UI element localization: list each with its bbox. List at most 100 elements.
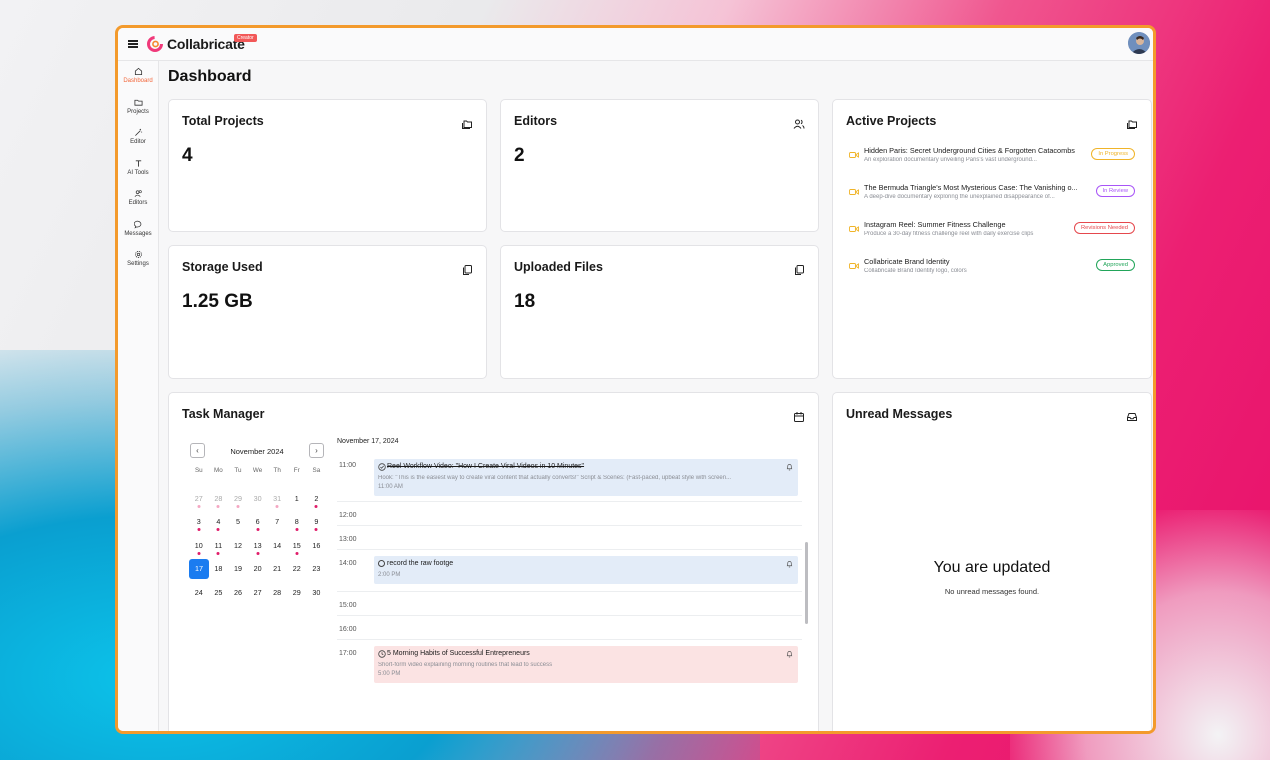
chevron-right-icon: ›: [315, 446, 318, 455]
sidebar-item-label: Editor: [130, 139, 146, 145]
text-icon: [135, 159, 141, 167]
sidebar-item-label: Projects: [127, 108, 149, 115]
calendar-day[interactable]: 30: [307, 585, 327, 609]
event-item[interactable]: record the raw footge 2:00 PM: [374, 556, 798, 584]
calendar-day[interactable]: 13: [248, 538, 268, 562]
calendar-day[interactable]: 10: [189, 538, 209, 562]
calendar-day[interactable]: 7: [267, 514, 287, 538]
calendar-day[interactable]: 14: [267, 538, 287, 562]
next-month-button[interactable]: ›: [309, 443, 324, 458]
project-item[interactable]: Instagram Reel: Summer Fitness Challenge…: [849, 220, 1135, 250]
calendar-day[interactable]: 11: [209, 538, 229, 562]
pending-circle-icon: [378, 560, 385, 567]
calendar-day[interactable]: 19: [228, 561, 248, 585]
active-projects-card: Active Projects Hidden Paris: Secret Und…: [832, 99, 1152, 379]
sidebar-item-editor[interactable]: Editor: [118, 122, 158, 153]
sidebar-item-settings[interactable]: Settings: [118, 244, 158, 275]
gear-icon: [134, 251, 142, 258]
project-subtitle: An exploration documentary unveiling Par…: [864, 157, 1037, 163]
card-value: 2: [514, 145, 525, 166]
project-item[interactable]: Hidden Paris: Secret Underground Cities …: [849, 146, 1135, 176]
calendar-day[interactable]: 2: [307, 491, 327, 515]
hour-label: 12:00: [339, 512, 357, 519]
event-item[interactable]: Reel Workflow Video: "How I Create Viral…: [374, 459, 798, 496]
hour-divider: [337, 591, 802, 592]
event-dot: [216, 504, 220, 508]
bell-icon[interactable]: [786, 463, 793, 471]
calendar-day[interactable]: 24: [189, 585, 209, 609]
calendar-day[interactable]: 12: [228, 538, 248, 562]
calendar-day[interactable]: 4: [209, 514, 229, 538]
top-bar: Collabricate Creator: [118, 28, 1153, 61]
calendar-day[interactable]: 16: [307, 538, 327, 562]
sidebar-item-editors[interactable]: Editors: [118, 183, 158, 214]
sidebar-item-projects[interactable]: Projects: [118, 92, 158, 123]
event-dot: [295, 551, 299, 555]
status-badge: In Review: [1095, 185, 1135, 197]
hour-divider: [337, 501, 802, 502]
calendar-day[interactable]: 30: [248, 491, 268, 515]
folders-icon: [1127, 120, 1137, 129]
calendar-day[interactable]: 15: [287, 538, 307, 562]
sidebar-item-dashboard[interactable]: Dashboard: [118, 61, 158, 92]
calendar-day[interactable]: 23: [307, 561, 327, 585]
calendar-day[interactable]: 5: [228, 514, 248, 538]
event-dot: [314, 528, 318, 531]
calendar-day[interactable]: 29: [228, 491, 248, 515]
calendar-day[interactable]: 3: [189, 514, 209, 538]
folder-icon: [133, 99, 143, 106]
uploaded-files-card: Uploaded Files 18: [500, 245, 819, 379]
project-item[interactable]: Collabricate Brand Identity Collabricate…: [849, 257, 1135, 287]
event-item[interactable]: 5 Morning Habits of Successful Entrepren…: [374, 646, 798, 683]
video-camera-icon: [849, 189, 859, 195]
project-title: The Bermuda Triangle's Most Mysterious C…: [864, 183, 1078, 192]
schedule-date: November 17, 2024: [337, 438, 399, 445]
hamburger-menu-icon[interactable]: [128, 40, 138, 48]
calendar-day[interactable]: 20: [248, 561, 268, 585]
calendar-day[interactable]: 31: [267, 491, 287, 515]
creator-badge: Creator: [234, 34, 257, 42]
calendar-day[interactable]: 18: [209, 561, 229, 585]
avatar[interactable]: [1128, 32, 1150, 54]
calendar-day[interactable]: 8: [287, 514, 307, 538]
calendar-grid: Su Mo Tu We Th Fr Sa 27 28 29 30 31 1 2 …: [189, 467, 326, 608]
card-title: Storage Used: [182, 260, 263, 274]
video-camera-icon: [849, 263, 859, 269]
calendar-icon[interactable]: [793, 411, 805, 423]
page-title: Dashboard: [168, 68, 252, 85]
card-title: Unread Messages: [846, 407, 953, 421]
folders-icon: [462, 120, 472, 129]
calendar-day[interactable]: 6: [248, 514, 268, 538]
event-title: record the raw footge: [387, 560, 454, 567]
sidebar-item-ai-tools[interactable]: AI Tools: [118, 153, 158, 184]
bell-icon[interactable]: [786, 650, 793, 658]
calendar-day[interactable]: 9: [307, 514, 327, 538]
calendar-day[interactable]: 29: [287, 585, 307, 609]
calendar-day[interactable]: 26: [228, 585, 248, 609]
day-schedule[interactable]: 11:00 12:00 13:00 14:00 15:00 16:00 17:0…: [337, 453, 808, 731]
bell-icon[interactable]: [786, 560, 793, 568]
event-description: Short-form video explaining morning rout…: [378, 662, 553, 668]
weekday-label: Th: [273, 467, 281, 474]
check-circle-icon: [378, 463, 386, 471]
calendar-day[interactable]: 28: [267, 585, 287, 609]
project-subtitle: Collabricate Brand Identity logo, colors: [864, 268, 967, 274]
sidebar: Dashboard Projects Editor AI Tools Edito…: [118, 61, 159, 731]
scrollbar-thumb[interactable]: [805, 542, 808, 624]
calendar-day[interactable]: 1: [287, 491, 307, 515]
calendar-day-selected[interactable]: 17: [189, 559, 209, 579]
calendar-day[interactable]: 27: [189, 491, 209, 515]
event-dot: [197, 504, 201, 508]
sidebar-item-messages[interactable]: Messages: [118, 214, 158, 245]
calendar-day[interactable]: 22: [287, 561, 307, 585]
hour-label: 15:00: [339, 602, 357, 609]
calendar-day[interactable]: 21: [267, 561, 287, 585]
card-value: 1.25 GB: [182, 291, 253, 312]
project-item[interactable]: The Bermuda Triangle's Most Mysterious C…: [849, 183, 1135, 213]
task-manager-card: Task Manager ‹ November 2024 › Su Mo Tu …: [168, 392, 819, 731]
calendar-day[interactable]: 25: [209, 585, 229, 609]
project-title: Instagram Reel: Summer Fitness Challenge: [864, 220, 1006, 229]
calendar-day[interactable]: 27: [248, 585, 268, 609]
event-description: Hook: "This is the easiest way to create…: [378, 475, 732, 481]
calendar-day[interactable]: 28: [209, 491, 229, 515]
